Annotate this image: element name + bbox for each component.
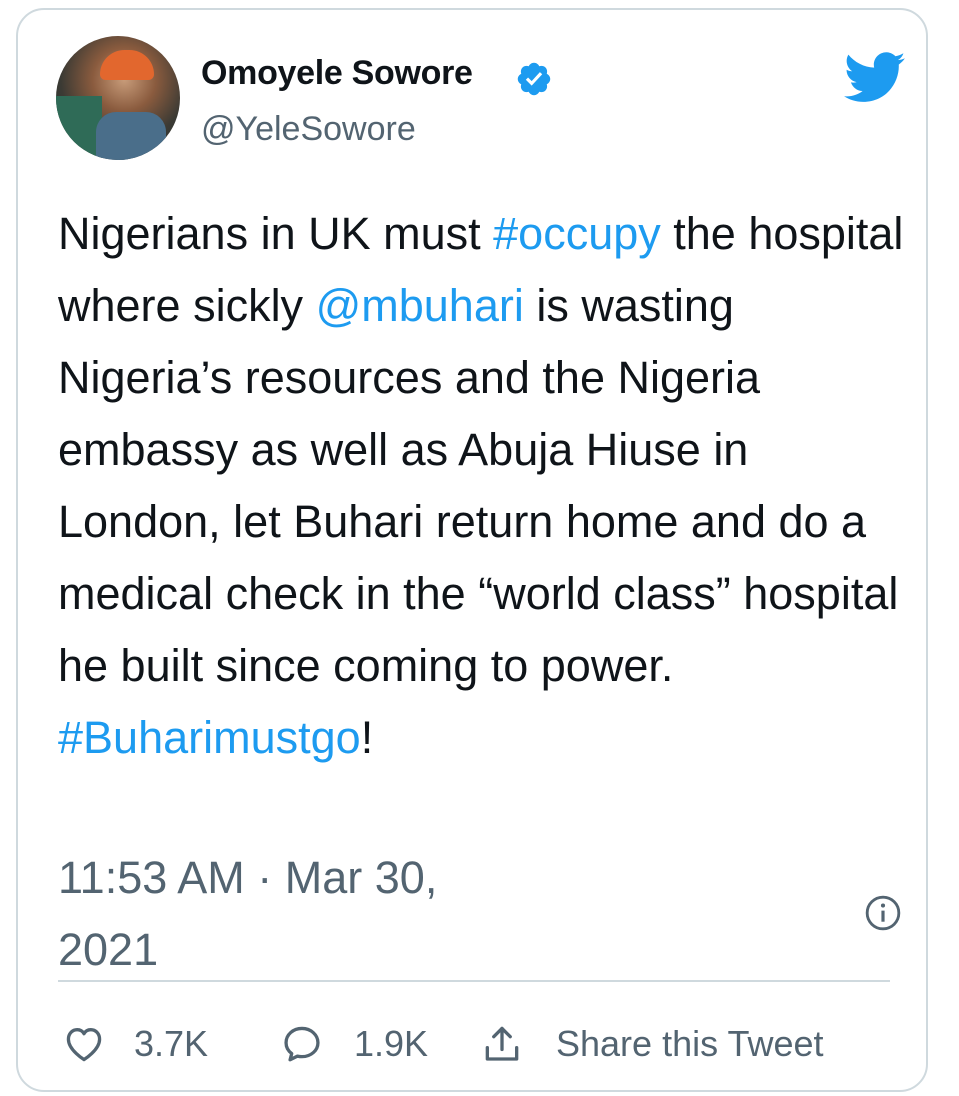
verified-badge-icon bbox=[517, 62, 551, 96]
tweet-text-segment: ! bbox=[360, 712, 374, 763]
reply-button[interactable]: 1.9K bbox=[280, 1022, 428, 1066]
twitter-bird-icon[interactable] bbox=[844, 52, 906, 104]
info-icon[interactable] bbox=[864, 894, 902, 932]
tweet-text-segment: is wasting Nigeria’s resources and the N… bbox=[58, 280, 911, 691]
share-icon bbox=[485, 1026, 519, 1061]
mention-link[interactable]: @mbuhari bbox=[316, 280, 524, 331]
author-display-name[interactable]: Omoyele Sowore bbox=[201, 54, 473, 93]
divider bbox=[58, 980, 890, 982]
reply-bubble-icon bbox=[284, 1026, 320, 1062]
reply-count: 1.9K bbox=[354, 1023, 429, 1064]
tweet-text: Nigerians in UK must #occupy the hospita… bbox=[58, 198, 918, 774]
avatar[interactable] bbox=[56, 36, 180, 160]
hashtag-link[interactable]: #Buharimustgo bbox=[58, 712, 361, 763]
heart-icon bbox=[66, 1028, 102, 1062]
like-count: 3.7K bbox=[134, 1023, 209, 1064]
tweet-card[interactable]: Omoyele Sowore @YeleSowore Nigerians in … bbox=[16, 8, 928, 1092]
share-button[interactable]: Share this Tweet bbox=[480, 1022, 824, 1066]
hashtag-link[interactable]: #occupy bbox=[493, 208, 661, 259]
tweet-timestamp[interactable]: 11:53 AM · Mar 30, 2021 bbox=[58, 842, 478, 986]
like-button[interactable]: 3.7K bbox=[62, 1022, 208, 1066]
author-handle[interactable]: @YeleSowore bbox=[201, 110, 416, 149]
share-label: Share this Tweet bbox=[556, 1023, 824, 1064]
tweet-text-segment: Nigerians in UK must bbox=[58, 208, 494, 259]
